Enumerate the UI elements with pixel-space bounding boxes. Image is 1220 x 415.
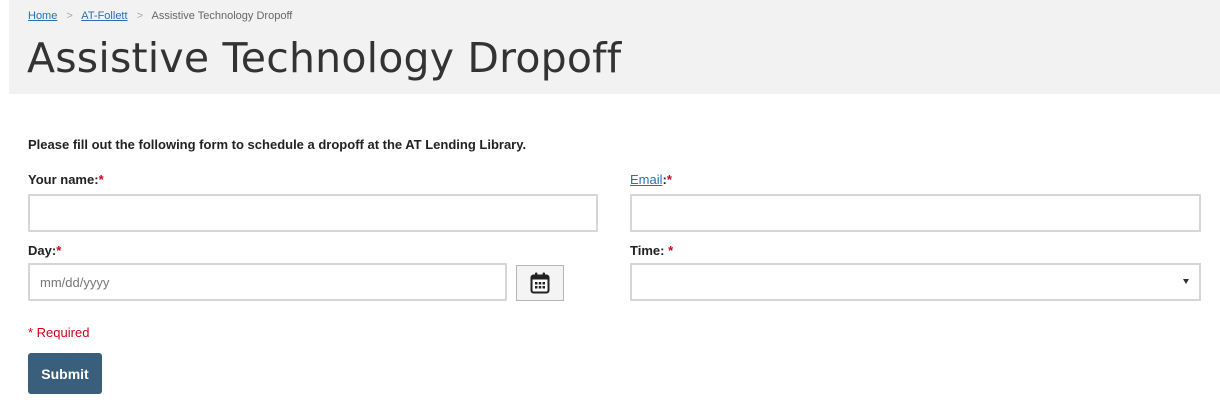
form-intro: Please fill out the following form to sc… <box>28 137 527 152</box>
breadcrumb-current: Assistive Technology Dropoff <box>151 10 293 22</box>
name-label-text: Your name: <box>28 172 99 187</box>
required-asterisk: * <box>56 243 62 258</box>
breadcrumb-at-follett-link[interactable]: AT-Follett <box>81 10 127 22</box>
calendar-icon <box>530 272 550 294</box>
required-note: * Required <box>28 325 90 340</box>
required-asterisk: * <box>668 243 674 258</box>
time-select[interactable] <box>630 263 1201 301</box>
required-asterisk: * <box>666 172 672 187</box>
day-label-text: Day: <box>28 243 57 258</box>
calendar-button[interactable] <box>516 265 564 301</box>
required-asterisk: * <box>98 172 104 187</box>
day-input[interactable] <box>28 263 507 301</box>
email-input[interactable] <box>630 194 1201 232</box>
page-title: Assistive Technology Dropoff <box>27 34 622 82</box>
breadcrumb-separator: > <box>136 10 144 22</box>
name-input[interactable] <box>28 194 598 232</box>
breadcrumb: Home > AT-Follett > Assistive Technology… <box>28 10 292 22</box>
submit-button[interactable]: Submit <box>28 353 102 394</box>
breadcrumb-home-link[interactable]: Home <box>28 10 57 22</box>
chevron-down-icon <box>1183 279 1189 284</box>
day-label: Day:* <box>28 243 61 258</box>
email-label: Email:* <box>630 172 672 187</box>
time-label-text: Time: <box>630 243 669 258</box>
time-label: Time: * <box>630 243 673 258</box>
breadcrumb-separator: > <box>66 10 73 22</box>
email-label-link[interactable]: Email <box>630 172 663 187</box>
name-label: Your name:* <box>28 172 104 187</box>
